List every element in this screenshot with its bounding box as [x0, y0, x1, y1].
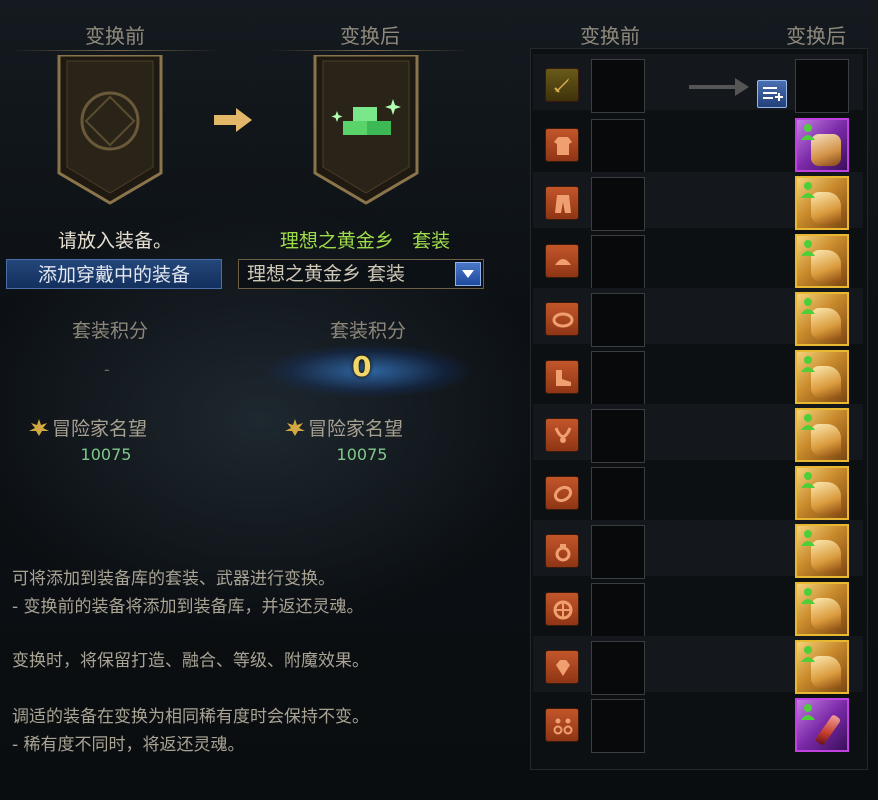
slot-row-earring	[533, 694, 863, 753]
list-icon[interactable]	[757, 80, 787, 108]
after-set-title: 理想之黄金乡	[279, 230, 394, 252]
description-line: - 变换前的装备将添加到装备库，并返还灵魂。	[12, 597, 364, 617]
description-line: 调适的装备在变换为相同稀有度时会保持不变。	[12, 707, 369, 727]
after-equipment-legendary[interactable]	[795, 176, 849, 230]
necklace-icon	[545, 418, 579, 452]
person-icon	[801, 646, 815, 662]
before-equipment-slot[interactable]	[57, 53, 163, 205]
after-set-name: 理想之黄金乡 套装	[250, 226, 480, 253]
magic-stone-icon	[545, 650, 579, 684]
before-slot[interactable]	[591, 583, 645, 637]
before-slot[interactable]	[591, 351, 645, 405]
person-icon	[801, 124, 815, 140]
shoes-icon	[545, 360, 579, 394]
person-icon	[801, 298, 815, 314]
shoulder-icon	[545, 244, 579, 278]
slot-row-belt	[533, 288, 863, 347]
slot-row-necklace	[533, 404, 863, 463]
person-icon	[801, 182, 815, 198]
slot-row-support	[533, 578, 863, 637]
slot-row-pants	[533, 172, 863, 231]
fame-label-after: 冒险家名望	[308, 418, 404, 440]
before-slot[interactable]	[591, 409, 645, 463]
after-equipment-epic[interactable]	[795, 698, 849, 752]
after-equipment-legendary[interactable]	[795, 234, 849, 288]
slot-row-magic-stone	[533, 636, 863, 695]
after-equipment-legendary[interactable]	[795, 292, 849, 346]
ring-icon	[545, 534, 579, 568]
person-icon	[801, 704, 815, 720]
after-set-suffix: 套装	[412, 230, 451, 252]
before-slot[interactable]	[591, 59, 645, 113]
after-equipment-epic[interactable]	[795, 118, 849, 172]
person-icon	[801, 588, 815, 604]
after-equipment-legendary[interactable]	[795, 466, 849, 520]
slot-row-ring	[533, 520, 863, 579]
slot-row-bracelet	[533, 462, 863, 521]
person-icon	[801, 240, 815, 256]
set-select[interactable]: 理想之黄金乡 套装	[238, 259, 484, 289]
right-header-after: 变换后	[786, 24, 846, 48]
after-set-slot[interactable]	[313, 53, 419, 205]
add-equipped-button[interactable]: 添加穿戴中的装备	[6, 259, 222, 289]
weapon-icon	[545, 68, 579, 102]
support-icon	[545, 592, 579, 626]
chevron-down-icon[interactable]	[455, 262, 481, 286]
after-equipment-legendary[interactable]	[795, 582, 849, 636]
arrow-right-icon	[212, 106, 254, 138]
after-slot[interactable]	[795, 59, 849, 113]
after-equipment-legendary[interactable]	[795, 524, 849, 578]
before-slot[interactable]	[591, 467, 645, 521]
set-select-value: 理想之黄金乡 套装	[247, 263, 406, 285]
before-status-text: 请放入装备。	[57, 230, 172, 252]
top-icon	[545, 128, 579, 162]
before-slot[interactable]	[591, 235, 645, 289]
person-icon	[801, 530, 815, 546]
earring-icon	[545, 708, 579, 742]
person-icon	[801, 414, 815, 430]
person-icon	[801, 356, 815, 372]
before-slot[interactable]	[591, 177, 645, 231]
fame-icon	[29, 419, 49, 436]
points-value-before: -	[104, 360, 110, 379]
after-equipment-legendary[interactable]	[795, 408, 849, 462]
header-divider	[10, 50, 220, 51]
before-slot[interactable]	[591, 119, 645, 173]
belt-icon	[545, 302, 579, 336]
description-line: - 稀有度不同时，将返还灵魂。	[12, 735, 245, 755]
slot-row-shoulder	[533, 230, 863, 289]
fame-value-before: 10075	[80, 445, 132, 464]
after-equipment-legendary[interactable]	[795, 640, 849, 694]
fame-value-after: 10075	[336, 445, 388, 464]
right-header-before: 变换前	[580, 24, 640, 48]
fame-icon	[285, 419, 305, 436]
points-value-after: 0	[352, 350, 372, 383]
fame-before: 冒险家名望	[26, 414, 147, 441]
fame-after: 冒险家名望	[282, 414, 403, 441]
arrow-right-icon	[687, 76, 751, 102]
slot-row-shoes	[533, 346, 863, 405]
before-slot[interactable]	[591, 525, 645, 579]
before-slot[interactable]	[591, 293, 645, 347]
pants-icon	[545, 186, 579, 220]
header-before: 变换前	[85, 24, 145, 48]
header-after: 变换后	[340, 24, 400, 48]
description-line: 变换时，将保留打造、融合、等级、附魔效果。	[12, 651, 369, 671]
before-slot[interactable]	[591, 699, 645, 753]
header-divider	[270, 50, 470, 51]
person-icon	[801, 472, 815, 488]
description-line: 可将添加到装备库的套装、武器进行变换。	[12, 569, 335, 589]
points-label-before: 套装积分	[71, 320, 148, 342]
bracelet-icon	[545, 476, 579, 510]
slot-row-top	[533, 114, 863, 173]
after-equipment-legendary[interactable]	[795, 350, 849, 404]
before-slot[interactable]	[591, 641, 645, 695]
fame-label-before: 冒险家名望	[52, 418, 148, 440]
